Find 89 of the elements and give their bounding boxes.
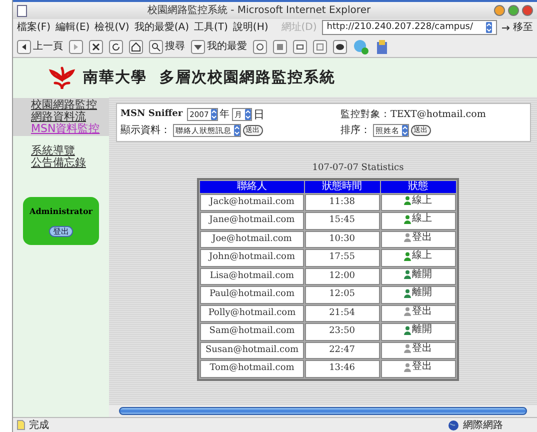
status-label: 線上 xyxy=(404,250,432,262)
home-icon xyxy=(129,40,143,54)
status-label: 登出 xyxy=(404,306,432,318)
monitor-target: 監控對象：TEXT@hotmail.com xyxy=(340,108,487,122)
status-label: 線上 xyxy=(404,213,432,225)
arrow-icon xyxy=(502,24,511,30)
table-cell: 11:38 xyxy=(304,194,380,211)
menu-item[interactable]: 工具(T) xyxy=(194,20,228,35)
messenger-icon[interactable] xyxy=(353,38,369,54)
stop-button[interactable] xyxy=(89,40,103,54)
table-cell: 23:50 xyxy=(304,323,380,340)
table-cell: Polly@hotmail.com xyxy=(200,304,304,322)
nav-link[interactable]: 校園網路監控 xyxy=(31,99,97,111)
back-button[interactable]: 上一頁 xyxy=(17,39,63,54)
menu-item[interactable]: 編輯(E) xyxy=(56,20,90,35)
nav-link[interactable]: MSN資料監控 xyxy=(31,123,100,135)
nav-link[interactable]: 公告備忘錄 xyxy=(31,157,86,169)
status-label: 線上 xyxy=(404,194,432,206)
search-button[interactable]: 搜尋 xyxy=(149,39,185,54)
dropdown-icon xyxy=(486,22,492,33)
table-cell: Joe@hotmail.com xyxy=(200,230,304,248)
status-text: 完成 xyxy=(29,418,50,432)
home-button[interactable] xyxy=(129,40,143,54)
table-cell: 10:30 xyxy=(304,230,380,248)
status-label: 離開 xyxy=(404,287,432,299)
go-button[interactable]: 移至 xyxy=(502,20,533,35)
field-label: 排序： xyxy=(340,124,370,138)
horizontal-scrollbar[interactable] xyxy=(109,405,537,417)
forward-icon xyxy=(69,40,83,54)
column-header: 狀態 xyxy=(380,180,456,192)
status-label: 離開 xyxy=(404,268,432,280)
column-header: 聯絡人 xyxy=(200,180,304,192)
nav-link[interactable]: 系統導覽 xyxy=(31,145,75,157)
table-cell: 12:05 xyxy=(304,286,380,304)
favorites-button[interactable]: 我的最愛 xyxy=(191,39,247,54)
table-caption: 107-07-07 Statistics xyxy=(312,162,404,175)
status-label: 登出 xyxy=(404,361,432,373)
table-cell: Tom@hotmail.com xyxy=(200,360,304,378)
table-cell: 22:47 xyxy=(304,342,380,359)
site-title: 南華大學 多層次校園網路監控系統 xyxy=(83,67,336,88)
unit-label: 年 xyxy=(220,108,230,122)
table-cell: Susan@hotmail.com xyxy=(200,342,304,359)
nav-link[interactable]: 網路資料流 xyxy=(31,111,86,123)
refresh-button[interactable] xyxy=(109,40,123,54)
filter-title: MSN Sniffer xyxy=(120,108,183,121)
window-title: 校園網路監控系統 - Microsoft Internet Explorer xyxy=(146,4,372,18)
favorites-icon xyxy=(191,40,205,54)
stop-icon xyxy=(89,40,103,54)
column-header: 狀態時間 xyxy=(304,180,380,192)
status-label: 登出 xyxy=(404,232,432,244)
menu-item[interactable]: 檔案(F) xyxy=(17,20,51,35)
back-icon xyxy=(17,40,31,54)
table-cell: Paul@hotmail.com xyxy=(200,286,304,304)
flower-logo-icon xyxy=(49,64,75,90)
logout-button[interactable]: 登出 xyxy=(49,226,73,237)
table-cell: Jane@hotmail.com xyxy=(200,212,304,230)
zone-label: 網際網路 xyxy=(463,418,503,432)
dropdown-icon xyxy=(234,124,240,136)
user-name: Administrator xyxy=(29,205,92,217)
forward-button[interactable] xyxy=(69,40,83,54)
field-label: 顯示資料： xyxy=(120,124,170,138)
table-cell: Sam@hotmail.com xyxy=(200,323,304,340)
table-cell: Lisa@hotmail.com xyxy=(200,268,304,285)
menu-item[interactable]: 檢視(V) xyxy=(94,20,130,35)
menu-item[interactable]: 說明(H) xyxy=(232,20,268,35)
table-cell: 12:00 xyxy=(304,268,380,285)
table-cell: John@hotmail.com xyxy=(200,249,304,266)
dropdown-icon xyxy=(244,109,251,120)
search-icon xyxy=(149,40,163,54)
table-cell: 21:54 xyxy=(304,304,380,322)
page-icon xyxy=(17,4,27,16)
table-cell: 15:45 xyxy=(304,212,380,230)
minimize-button[interactable] xyxy=(494,5,505,16)
status-label: 登出 xyxy=(404,342,432,354)
dropdown-icon xyxy=(210,109,217,120)
close-button[interactable] xyxy=(522,5,533,16)
globe-icon xyxy=(448,420,459,430)
table-cell: Jack@hotmail.com xyxy=(200,194,304,211)
dropdown-icon xyxy=(402,124,408,136)
refresh-icon xyxy=(109,40,123,54)
table-cell: 13:46 xyxy=(304,360,380,378)
tools-icon[interactable] xyxy=(375,38,389,54)
status-label: 離開 xyxy=(404,324,432,336)
maximize-button[interactable] xyxy=(508,5,519,16)
address-field[interactable]: http://210.240.207.228/campus/ xyxy=(322,20,497,35)
menu-item[interactable]: 我的最愛(A) xyxy=(134,20,189,35)
address-label: 網址(D) xyxy=(281,20,317,35)
unit-label: 日 xyxy=(254,106,265,122)
table-cell: 17:55 xyxy=(304,249,380,266)
